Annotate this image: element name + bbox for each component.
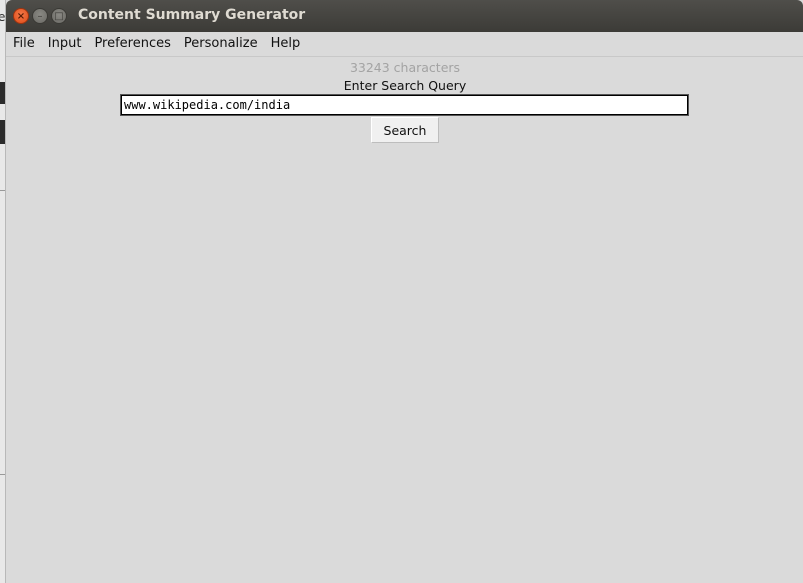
window-title: Content Summary Generator xyxy=(78,7,306,23)
maximize-icon: □ xyxy=(54,11,64,22)
menu-input[interactable]: Input xyxy=(43,33,87,55)
menu-preferences[interactable]: Preferences xyxy=(89,33,175,55)
search-query-label: Enter Search Query xyxy=(343,78,467,93)
maximize-window-button[interactable]: □ xyxy=(51,8,67,24)
close-icon: × xyxy=(16,11,26,22)
menu-file[interactable]: File xyxy=(8,33,40,55)
menu-bar: File Input Preferences Personalize Help xyxy=(6,32,803,57)
search-button[interactable]: Search xyxy=(371,117,439,143)
menu-personalize[interactable]: Personalize xyxy=(179,33,263,55)
app-window: × – □ Content Summary Generator File Inp… xyxy=(5,0,803,583)
search-query-input[interactable] xyxy=(120,94,689,116)
minimize-window-button[interactable]: – xyxy=(32,8,48,24)
minimize-icon: – xyxy=(37,11,43,22)
title-bar[interactable]: × – □ Content Summary Generator xyxy=(6,0,803,32)
menu-help[interactable]: Help xyxy=(266,33,306,55)
character-count: 33243 characters xyxy=(349,60,461,75)
close-window-button[interactable]: × xyxy=(13,8,29,24)
